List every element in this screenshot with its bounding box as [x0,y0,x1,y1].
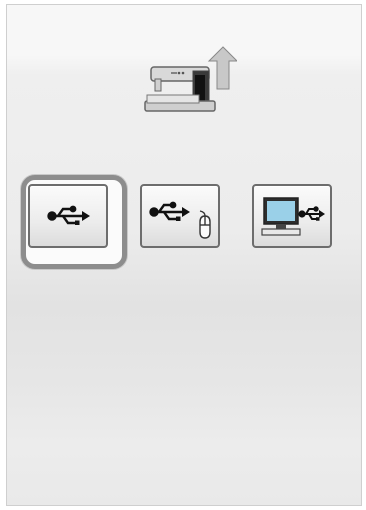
sewing-machine-upload-icon [144,46,237,112]
pc-usb-icon [261,197,325,236]
usb-mouse-button[interactable] [140,184,220,248]
usb-mouse-icon [149,201,211,239]
screen-panel [6,4,362,506]
usb-button[interactable] [28,184,108,248]
usb-icon [47,205,90,225]
pc-usb-button[interactable] [252,184,332,248]
